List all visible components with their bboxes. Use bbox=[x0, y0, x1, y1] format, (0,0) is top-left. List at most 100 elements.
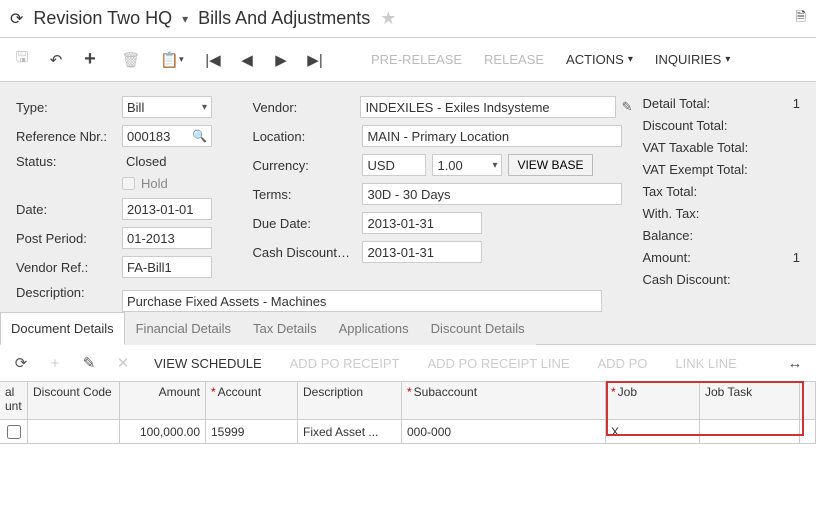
vendor-input[interactable]: INDEXILES - Exiles Indsysteme bbox=[360, 96, 615, 118]
cell-subaccount[interactable]: 000-000 bbox=[402, 420, 606, 444]
tab-document-details[interactable]: Document Details bbox=[0, 312, 125, 345]
description-label: Description: bbox=[16, 285, 116, 300]
viewbase-button[interactable]: VIEW BASE bbox=[508, 154, 592, 176]
notes-icon[interactable]: 🗎 bbox=[796, 8, 806, 30]
addporeceiptline-button[interactable]: ADD PO RECEIPT LINE bbox=[417, 356, 579, 371]
discounttotal-label: Discount Total: bbox=[642, 118, 754, 133]
date-label: Date: bbox=[16, 202, 116, 217]
currency-input[interactable]: USD bbox=[362, 154, 426, 176]
status-label: Status: bbox=[16, 154, 116, 169]
cell-jobtask[interactable] bbox=[700, 420, 800, 444]
cell-amount[interactable]: 100,000.00 bbox=[120, 420, 206, 444]
grid-header-jobtask[interactable]: Job Task bbox=[700, 382, 800, 420]
grid-header-end bbox=[800, 382, 816, 420]
duedate-input[interactable]: 2013-01-31 bbox=[362, 212, 482, 234]
description-input[interactable]: Purchase Fixed Assets - Machines bbox=[122, 290, 602, 312]
undo-icon[interactable]: ↶ bbox=[42, 46, 70, 74]
grid-row[interactable]: 100,000.00 15999 Fixed Asset ... 000-000… bbox=[0, 420, 816, 444]
first-record-icon[interactable]: |◀ bbox=[199, 46, 227, 74]
grid-delete-icon[interactable]: ✕ bbox=[110, 350, 136, 376]
terms-input[interactable]: 30D - 30 Days bbox=[362, 183, 622, 205]
type-label: Type: bbox=[16, 100, 116, 115]
grid-edit-icon[interactable]: ✎ bbox=[76, 350, 102, 376]
amount-value: 1 bbox=[793, 250, 800, 265]
star-icon[interactable]: ★ bbox=[380, 8, 396, 29]
addporeceipt-button[interactable]: ADD PO RECEIPT bbox=[280, 356, 410, 371]
status-value: Closed bbox=[122, 154, 166, 169]
tab-discount-details[interactable]: Discount Details bbox=[420, 312, 536, 345]
add-icon[interactable]: + bbox=[76, 46, 104, 74]
main-toolbar: 🖫 ↶ + 🗑 📋▾ |◀ ◀ ▶ ▶| PRE-RELEASE RELEASE… bbox=[0, 38, 816, 82]
hold-checkbox[interactable] bbox=[122, 177, 135, 190]
linkline-button[interactable]: LINK LINE bbox=[665, 356, 746, 371]
grid-columns-icon[interactable]: ↔ bbox=[782, 350, 808, 376]
details-grid: al unt Discount Code Amount *Account Des… bbox=[0, 381, 816, 444]
postperiod-label: Post Period: bbox=[16, 231, 116, 246]
cashdiscdate-label: Cash Discount… bbox=[252, 245, 356, 260]
tab-financial-details[interactable]: Financial Details bbox=[125, 312, 242, 345]
hold-label: Hold bbox=[141, 176, 168, 191]
grid-header-discountcode[interactable]: Discount Code bbox=[28, 382, 120, 420]
grid-header-amount[interactable]: Amount bbox=[120, 382, 206, 420]
tab-applications[interactable]: Applications bbox=[328, 312, 420, 345]
addpo-button[interactable]: ADD PO bbox=[588, 356, 658, 371]
grid-header-job[interactable]: *Job bbox=[606, 382, 700, 420]
grid-header-partial: al unt bbox=[0, 382, 28, 420]
postperiod-input[interactable]: 01-2013 bbox=[122, 227, 212, 249]
next-record-icon[interactable]: ▶ bbox=[267, 46, 295, 74]
vattax-label: VAT Taxable Total: bbox=[642, 140, 754, 155]
grid-header-subaccount[interactable]: *Subaccount bbox=[402, 382, 606, 420]
type-dropdown[interactable]: Bill▾ bbox=[122, 96, 212, 118]
currency-label: Currency: bbox=[252, 158, 356, 173]
detailtotal-value: 1 bbox=[793, 96, 800, 111]
tab-tax-details[interactable]: Tax Details bbox=[242, 312, 328, 345]
prerelease-button[interactable]: PRE-RELEASE bbox=[363, 46, 470, 74]
cell-description[interactable]: Fixed Asset ... bbox=[298, 420, 402, 444]
location-input[interactable]: MAIN - Primary Location bbox=[362, 125, 622, 147]
breadcrumb-screen[interactable]: Bills And Adjustments bbox=[198, 8, 370, 29]
terms-label: Terms: bbox=[252, 187, 356, 202]
taxtotal-label: Tax Total: bbox=[642, 184, 754, 199]
grid-refresh-icon[interactable]: ⟳ bbox=[8, 350, 34, 376]
cell-account[interactable]: 15999 bbox=[206, 420, 298, 444]
balance-label: Balance: bbox=[642, 228, 754, 243]
prev-record-icon[interactable]: ◀ bbox=[233, 46, 261, 74]
breadcrumb-company[interactable]: Revision Two HQ bbox=[33, 8, 172, 29]
currency-rate-input[interactable]: 1.00▾ bbox=[432, 154, 502, 176]
location-label: Location: bbox=[252, 129, 356, 144]
vatexempt-label: VAT Exempt Total: bbox=[642, 162, 754, 177]
vendorref-input[interactable]: FA-Bill1 bbox=[122, 256, 212, 278]
edit-vendor-icon[interactable]: ✎ bbox=[622, 99, 633, 115]
detail-tabs: Document Details Financial Details Tax D… bbox=[0, 312, 816, 345]
grid-toolbar: ⟳ + ✎ ✕ VIEW SCHEDULE ADD PO RECEIPT ADD… bbox=[0, 345, 816, 381]
actions-menu[interactable]: ACTIONS▾ bbox=[558, 46, 641, 74]
breadcrumb: ⟳ Revision Two HQ ▾ Bills And Adjustment… bbox=[0, 0, 816, 38]
release-button[interactable]: RELEASE bbox=[476, 46, 552, 74]
refnbr-label: Reference Nbr.: bbox=[16, 129, 116, 144]
withtax-label: With. Tax: bbox=[642, 206, 754, 221]
date-input[interactable]: 2013-01-01 bbox=[122, 198, 212, 220]
reload-icon[interactable]: ⟳ bbox=[10, 9, 23, 29]
detailtotal-label: Detail Total: bbox=[642, 96, 754, 111]
cell-job[interactable]: X bbox=[606, 420, 700, 444]
delete-icon[interactable]: 🗑 bbox=[117, 46, 145, 74]
chevron-down-icon[interactable]: ▾ bbox=[182, 12, 188, 26]
duedate-label: Due Date: bbox=[252, 216, 356, 231]
amount-label: Amount: bbox=[642, 250, 754, 265]
grid-header-account[interactable]: *Account bbox=[206, 382, 298, 420]
grid-row-selector[interactable] bbox=[0, 420, 28, 444]
last-record-icon[interactable]: ▶| bbox=[301, 46, 329, 74]
form-header: Type: Bill▾ Reference Nbr.: 000183🔍 Stat… bbox=[0, 82, 816, 312]
grid-add-icon[interactable]: + bbox=[42, 350, 68, 376]
vendorref-label: Vendor Ref.: bbox=[16, 260, 116, 275]
cashdiscdate-input[interactable]: 2013-01-31 bbox=[362, 241, 482, 263]
clipboard-icon[interactable]: 📋▾ bbox=[158, 46, 186, 74]
cell-end bbox=[800, 420, 816, 444]
grid-header-description[interactable]: Description bbox=[298, 382, 402, 420]
viewschedule-button[interactable]: VIEW SCHEDULE bbox=[144, 356, 272, 371]
vendor-label: Vendor: bbox=[252, 100, 354, 115]
inquiries-menu[interactable]: INQUIRIES▾ bbox=[647, 46, 739, 74]
save-icon[interactable]: 🖫 bbox=[8, 46, 36, 74]
refnbr-input[interactable]: 000183🔍 bbox=[122, 125, 212, 147]
cell-discountcode[interactable] bbox=[28, 420, 120, 444]
